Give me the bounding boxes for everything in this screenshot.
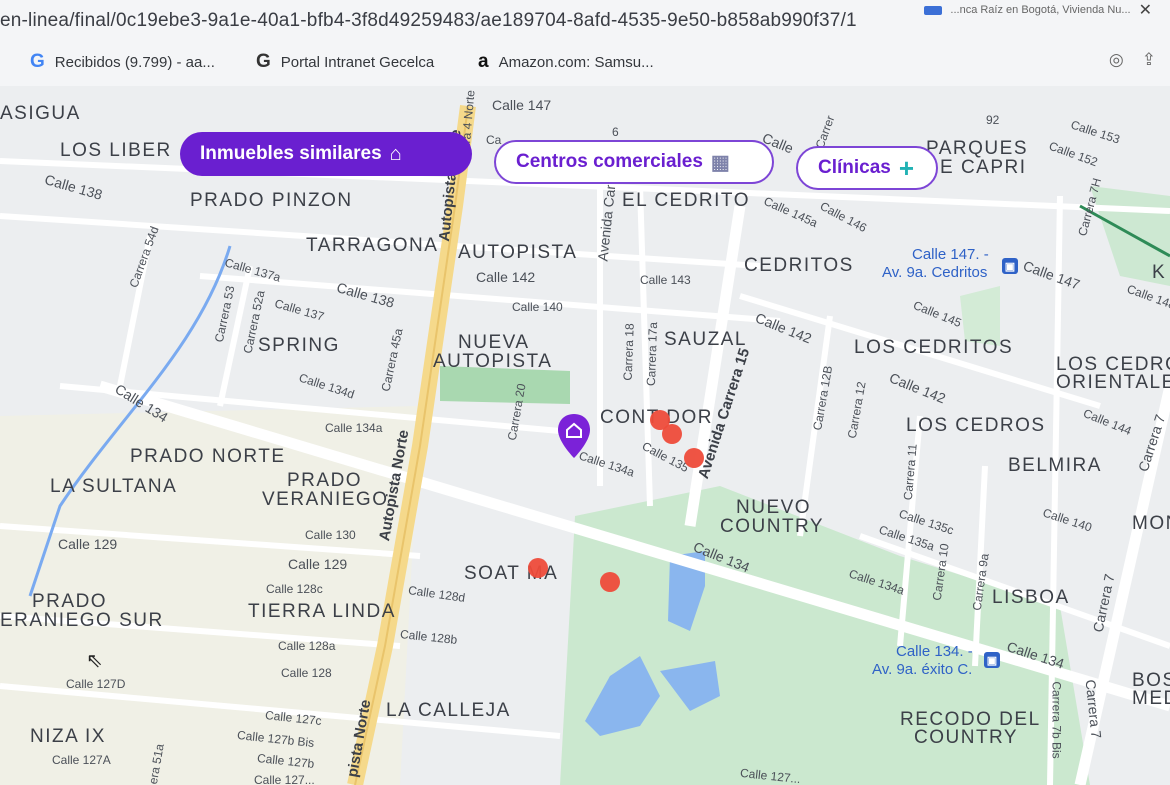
neighborhood-label: LOS CEDROS — [906, 415, 1046, 436]
neighborhood-label: ERANIEGO SUR — [0, 610, 164, 631]
mall-icon: ▦ — [710, 151, 730, 174]
neighborhood-label: LISBOA — [992, 587, 1070, 608]
eye-off-icon[interactable]: ◎ — [1109, 50, 1124, 70]
neighborhood-label: BELMIRA — [1008, 455, 1102, 476]
neighborhood-label: MON — [1132, 513, 1170, 534]
google-icon: G — [30, 51, 45, 72]
bookmark-intranet[interactable]: G Portal Intranet Gecelca — [256, 51, 434, 73]
neighborhood-label: AUTOPISTA — [433, 351, 553, 372]
street-label: Calle 129 — [58, 536, 118, 552]
map-canvas[interactable]: ASIGUA LOS LIBER PRADO PINZON TARRAGONA … — [0, 86, 1170, 785]
bookmark-gmail[interactable]: G Recibidos (9.799) - aa... — [30, 51, 215, 73]
neighborhood-label: LOS CEDRITOS — [854, 337, 1014, 358]
clinics-label: Clínicas — [818, 157, 891, 178]
bus-icon[interactable]: ▣ — [1002, 258, 1018, 274]
street-label: Calle 134a — [325, 421, 383, 435]
tab-title[interactable]: ...nca Raíz en Bogotá, Vivienda Nu... — [950, 4, 1130, 16]
transit-stop-label: Av. 9a. éxito C. — [872, 661, 973, 678]
bookmarks-bar: G Recibidos (9.799) - aa... G Portal Int… — [0, 40, 1170, 87]
similar-property-marker[interactable] — [528, 558, 548, 578]
bookmark-amazon[interactable]: a Amazon.com: Samsu... — [478, 51, 654, 73]
street-label: Calle 128 — [281, 666, 332, 680]
similar-property-marker[interactable] — [662, 424, 682, 444]
neighborhood-label: EL CEDRITO — [622, 190, 750, 211]
neighborhood-label: NIZA IX — [30, 726, 106, 747]
home-pin-icon[interactable] — [556, 412, 592, 460]
neighborhood-label: PRADO — [287, 470, 363, 491]
neighborhood-label: MED — [1132, 688, 1170, 709]
neighborhood-label: NUEVA — [458, 332, 530, 353]
plus-icon: + — [898, 152, 915, 183]
neighborhood-label: CEDRITOS — [744, 255, 854, 276]
bookmark-label: Recibidos (9.799) - aa... — [54, 53, 215, 71]
neighborhood-label: PRADO — [32, 591, 108, 612]
street-label: Calle 140 — [512, 300, 563, 314]
street-label: Calle 129 — [288, 556, 348, 572]
neighborhood-label: SPRING — [258, 335, 340, 356]
street-label: Calle 127... — [254, 773, 315, 785]
street-label: 92 — [986, 113, 1000, 127]
mouse-cursor-icon: ⇖ — [86, 650, 103, 672]
neighborhood-label: ORIENTALES — [1056, 372, 1170, 393]
neighborhood-label: COUNTRY — [914, 727, 1019, 748]
neighborhood-label: ASIGUA — [0, 103, 81, 124]
similar-properties-label: Inmuebles similares — [200, 143, 382, 164]
neighborhood-label: PRADO NORTE — [130, 446, 286, 467]
street-label: Calle 142 — [476, 269, 536, 285]
neighborhood-label: LOS LIBER — [60, 140, 172, 161]
neighborhood-label: E CAPRI — [940, 157, 1027, 178]
transit-stop-label: Calle 134. - — [896, 643, 973, 660]
neighborhood-label: AUTOPISTA — [458, 242, 578, 263]
share-icon[interactable]: ⇪ — [1142, 50, 1156, 70]
home-icon: ⌂ — [389, 142, 402, 165]
close-icon[interactable]: ✕ — [1139, 0, 1152, 20]
street-label: Calle 128c — [266, 582, 323, 596]
street-label: Carrera 18 — [620, 323, 637, 381]
bookmark-label: Amazon.com: Samsu... — [498, 53, 654, 71]
neighborhood-label: COUNTRY — [720, 516, 825, 537]
neighborhood-label: LA CALLEJA — [386, 700, 511, 721]
street-label: 6 — [612, 125, 619, 139]
neighborhood-label: LA SULTANA — [50, 476, 178, 497]
street-label: Calle 127A — [52, 753, 111, 767]
street-label: Calle 127D — [66, 677, 126, 691]
street-label: Calle 128a — [278, 639, 336, 653]
street-label: Ca — [486, 133, 502, 147]
tab-strip-right: ...nca Raíz en Bogotá, Vivienda Nu... ✕ — [924, 0, 1152, 20]
similar-properties-button[interactable]: Inmuebles similares ⌂ — [180, 132, 472, 176]
toolbar-icons: ◎ ⇪ — [1109, 50, 1156, 70]
neighborhood-label: SAUZAL — [664, 329, 747, 350]
clinics-button[interactable]: Clínicas + — [796, 146, 938, 190]
neighborhood-label: TARRAGONA — [306, 235, 439, 256]
street-label: Carrera 17a — [643, 321, 661, 387]
browser-address-bar[interactable]: en-linea/final/0c19ebe3-9a1e-40a1-bfb4-3… — [0, 0, 1170, 40]
street-label: Calle 130 — [305, 528, 356, 542]
transit-stop-label: Av. 9a. Cedritos — [882, 264, 988, 281]
neighborhood-label: NUEVO — [736, 497, 812, 518]
tab-favicon — [924, 5, 943, 15]
street-label: Calle 143 — [640, 273, 691, 287]
neighborhood-label: TIERRA LINDA — [248, 601, 396, 622]
similar-property-marker[interactable] — [684, 448, 704, 468]
neighborhood-label: PRADO PINZON — [190, 190, 353, 211]
neighborhood-label: PARQUES — [926, 138, 1029, 159]
street-label: Carrera 7b Bis — [1049, 681, 1064, 759]
street-label: Calle 147 — [492, 97, 552, 113]
shopping-centers-button[interactable]: Centros comerciales ▦ — [494, 140, 774, 184]
neighborhood-label: VERANIEGO — [262, 489, 389, 510]
neighborhood-label: K — [1152, 262, 1167, 283]
bookmark-label: Portal Intranet Gecelca — [280, 53, 435, 71]
google-icon: G — [256, 51, 271, 72]
url-text[interactable]: en-linea/final/0c19ebe3-9a1e-40a1-bfb4-3… — [0, 10, 857, 32]
shopping-centers-label: Centros comerciales — [516, 151, 703, 172]
similar-property-marker[interactable] — [600, 572, 620, 592]
bus-icon[interactable]: ▣ — [984, 652, 1000, 668]
amazon-icon: a — [478, 51, 489, 72]
transit-stop-label: Calle 147. - — [912, 246, 989, 263]
